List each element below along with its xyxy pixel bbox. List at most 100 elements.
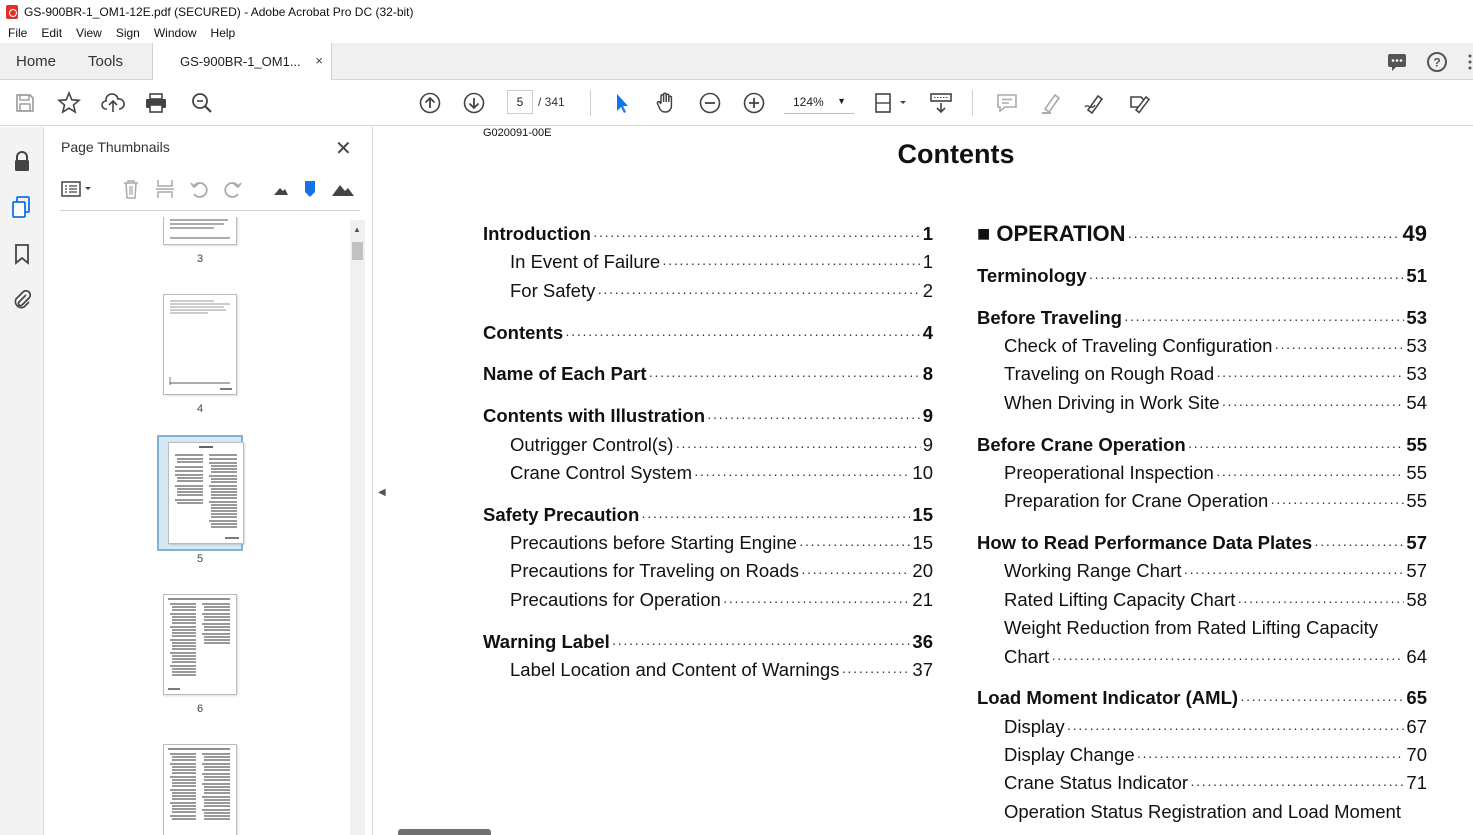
draw-pen-icon[interactable] xyxy=(1082,91,1108,115)
toc-entry[interactable]: Check of Traveling Configuration 53 xyxy=(1004,335,1427,357)
thumbnail-page-5[interactable] xyxy=(168,442,244,544)
fill-sign-icon[interactable] xyxy=(1126,91,1152,115)
toc-entry[interactable]: Contents with Illustration 9 xyxy=(483,405,933,427)
scroll-mode-icon[interactable] xyxy=(928,91,954,115)
page-number-input[interactable]: 5 xyxy=(507,90,533,114)
thumbnail-page-3[interactable] xyxy=(163,217,237,245)
toc-entry[interactable]: Safety Precaution 15 xyxy=(483,504,933,526)
close-tab-icon[interactable]: × xyxy=(315,53,323,68)
toc-page-number: 58 xyxy=(1406,589,1427,610)
thumbnail-label: 6 xyxy=(196,703,204,715)
scroll-up-arrow-icon[interactable]: ▲ xyxy=(353,225,361,234)
toc-entry[interactable]: How to Read Performance Data Plates 57 xyxy=(977,532,1427,554)
zoom-search-icon[interactable] xyxy=(189,91,215,115)
toc-entry[interactable]: For Safety 2 xyxy=(510,280,933,302)
toc-entry[interactable]: Load Moment Indicator (AML) 65 xyxy=(977,687,1427,709)
overflow-menu-icon[interactable] xyxy=(1464,51,1473,73)
toc-page-number: 55 xyxy=(1406,434,1427,455)
toc-entry[interactable]: Crane Control System 10 xyxy=(510,462,933,484)
toc-entry[interactable]: Traveling on Rough Road 53 xyxy=(1004,363,1427,385)
toc-entry[interactable]: Precautions for Traveling on Roads 20 xyxy=(510,560,933,582)
bookmarks-icon[interactable] xyxy=(10,242,34,266)
toc-entry[interactable]: Precautions before Starting Engine 15 xyxy=(510,532,933,554)
toc-leader-dots xyxy=(612,635,911,651)
thumbnail-page-6[interactable] xyxy=(163,594,237,695)
small-thumbnails-icon[interactable] xyxy=(269,177,293,201)
delete-page-icon[interactable] xyxy=(119,177,143,201)
toc-entry[interactable]: Rated Lifting Capacity Chart 58 xyxy=(1004,589,1427,611)
toc-page-number: 8 xyxy=(922,363,933,384)
previous-page-icon[interactable] xyxy=(417,91,443,115)
menu-file[interactable]: File xyxy=(0,26,33,40)
menu-sign[interactable]: Sign xyxy=(108,26,146,40)
toc-entry[interactable]: Terminology 51 xyxy=(977,265,1427,287)
insert-page-icon[interactable] xyxy=(153,177,177,201)
tab-home[interactable]: Home xyxy=(16,53,56,70)
highlight-pen-icon[interactable] xyxy=(1038,91,1064,115)
toc-entry[interactable]: When Driving in Work Site 54 xyxy=(1004,392,1427,414)
rotate-counterclockwise-icon[interactable] xyxy=(187,177,211,201)
save-icon[interactable] xyxy=(12,91,38,115)
bookmark-star-icon[interactable] xyxy=(56,91,82,115)
toc-entry[interactable]: Preoperational Inspection 55 xyxy=(1004,462,1427,484)
menu-view[interactable]: View xyxy=(68,26,108,40)
toc-entry[interactable]: Display Change 70 xyxy=(1004,744,1427,766)
toc-entry[interactable]: Outrigger Control(s) 9 xyxy=(510,434,933,456)
zoom-level-select[interactable]: 124% ▼ xyxy=(784,90,854,114)
toc-entry[interactable]: Before Traveling 53 xyxy=(977,307,1427,329)
toc-entry[interactable]: Crane Status Indicator 71 xyxy=(1004,772,1427,794)
thumbnail-toolbar xyxy=(61,177,361,203)
tab-tools[interactable]: Tools xyxy=(88,53,123,70)
toc-page-number: 55 xyxy=(1406,462,1427,483)
tab-document[interactable]: GS-900BR-1_OM1... × xyxy=(152,43,332,80)
page-thumbnails-icon[interactable] xyxy=(10,195,34,219)
toc-entry[interactable]: ■ OPERATION 49 xyxy=(977,221,1427,247)
toc-entry[interactable]: In Event of Failure 1 xyxy=(510,251,933,273)
thumbnail-scrollbar[interactable]: ▲ xyxy=(350,220,365,835)
toc-leader-dots xyxy=(1314,536,1404,552)
menu-edit[interactable]: Edit xyxy=(33,26,68,40)
thumbnail-page-4[interactable] xyxy=(163,294,237,395)
zoom-in-icon[interactable] xyxy=(741,91,767,115)
scrollbar-thumb[interactable] xyxy=(352,242,363,260)
toc-entry[interactable]: Working Range Chart 57 xyxy=(1004,560,1427,582)
collapse-panel-arrow-icon[interactable]: ◀ xyxy=(378,487,386,498)
hand-tool-icon[interactable] xyxy=(653,91,679,115)
toc-entry-label[interactable]: Operation Status Registration and Load M… xyxy=(1004,801,1401,823)
horizontal-scrollbar-thumb[interactable] xyxy=(398,829,491,835)
toc-entry[interactable]: Warning Label 36 xyxy=(483,631,933,653)
large-thumbnails-icon[interactable] xyxy=(331,177,355,201)
toc-entry[interactable]: Label Location and Content of Warnings 37 xyxy=(510,659,933,681)
rotate-clockwise-icon[interactable] xyxy=(221,177,245,201)
zoom-out-icon[interactable] xyxy=(697,91,723,115)
chevron-down-icon: ▼ xyxy=(837,96,846,106)
toc-entry[interactable]: Before Crane Operation 55 xyxy=(977,434,1427,456)
toc-entry[interactable]: Name of Each Part 8 xyxy=(483,363,933,385)
select-cursor-icon[interactable] xyxy=(609,91,635,115)
comment-bubble-icon[interactable] xyxy=(1386,51,1408,73)
toc-entry-label[interactable]: Weight Reduction from Rated Lifting Capa… xyxy=(1004,617,1378,639)
toc-entry[interactable]: Contents 4 xyxy=(483,322,933,344)
toc-entry[interactable]: Introduction 1 xyxy=(483,223,933,245)
sticky-note-icon[interactable] xyxy=(994,91,1020,115)
toc-entry[interactable]: Chart 64 xyxy=(1004,646,1427,668)
next-page-icon[interactable] xyxy=(461,91,487,115)
cloud-upload-icon[interactable] xyxy=(100,91,126,115)
attachments-paperclip-icon[interactable] xyxy=(10,287,34,311)
toc-entry[interactable]: Precautions for Operation 21 xyxy=(510,589,933,611)
lock-icon[interactable] xyxy=(10,149,34,173)
menu-help[interactable]: Help xyxy=(203,26,242,40)
close-panel-icon[interactable]: ✕ xyxy=(335,136,352,161)
help-icon[interactable]: ? xyxy=(1426,51,1448,73)
document-view[interactable]: G020091-00E Contents Introduction1In Eve… xyxy=(391,127,1473,835)
toc-leader-dots xyxy=(1051,650,1404,666)
toc-leader-dots xyxy=(1067,720,1405,736)
options-menu-icon[interactable] xyxy=(61,177,95,201)
thumbnail-page-7[interactable] xyxy=(163,744,237,835)
print-icon[interactable] xyxy=(143,91,169,115)
page-display-icon[interactable] xyxy=(873,91,909,115)
toc-entry[interactable]: Display 67 xyxy=(1004,716,1427,738)
thumbnail-size-slider-icon[interactable] xyxy=(300,177,320,201)
toc-entry[interactable]: Preparation for Crane Operation 55 xyxy=(1004,490,1427,512)
menu-window[interactable]: Window xyxy=(146,26,203,40)
